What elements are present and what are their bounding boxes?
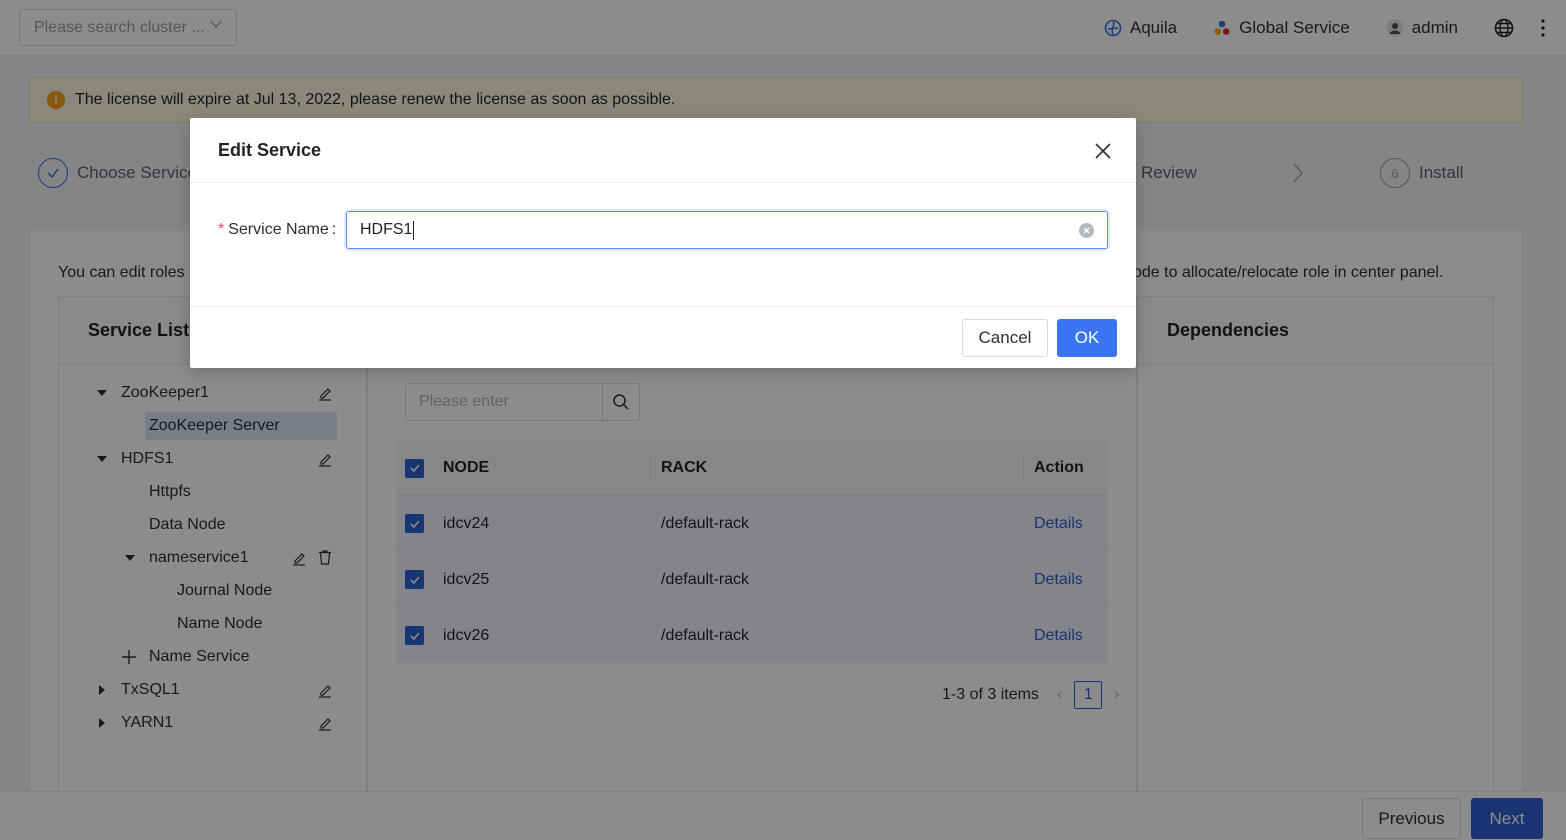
text-cursor	[413, 220, 415, 240]
dialog-footer: Cancel OK	[190, 306, 1136, 368]
field-label-text: Service Name	[228, 221, 329, 238]
ok-button[interactable]: OK	[1057, 319, 1117, 357]
service-name-row: * Service Name: HDFS1	[218, 211, 1108, 249]
cancel-button[interactable]: Cancel	[962, 319, 1048, 357]
service-name-value: HDFS1	[360, 221, 413, 238]
dialog-header: Edit Service	[190, 118, 1136, 183]
close-icon[interactable]	[1094, 142, 1112, 160]
dialog-title: Edit Service	[218, 139, 322, 160]
edit-service-dialog: Edit Service * Service Name: HDFS1 Cancel…	[190, 118, 1136, 368]
required-mark: *	[218, 221, 225, 238]
clear-input-icon[interactable]	[1079, 223, 1094, 238]
service-name-label: * Service Name:	[218, 221, 346, 239]
field-separator: :	[331, 221, 337, 238]
service-name-input[interactable]: HDFS1	[346, 211, 1108, 249]
